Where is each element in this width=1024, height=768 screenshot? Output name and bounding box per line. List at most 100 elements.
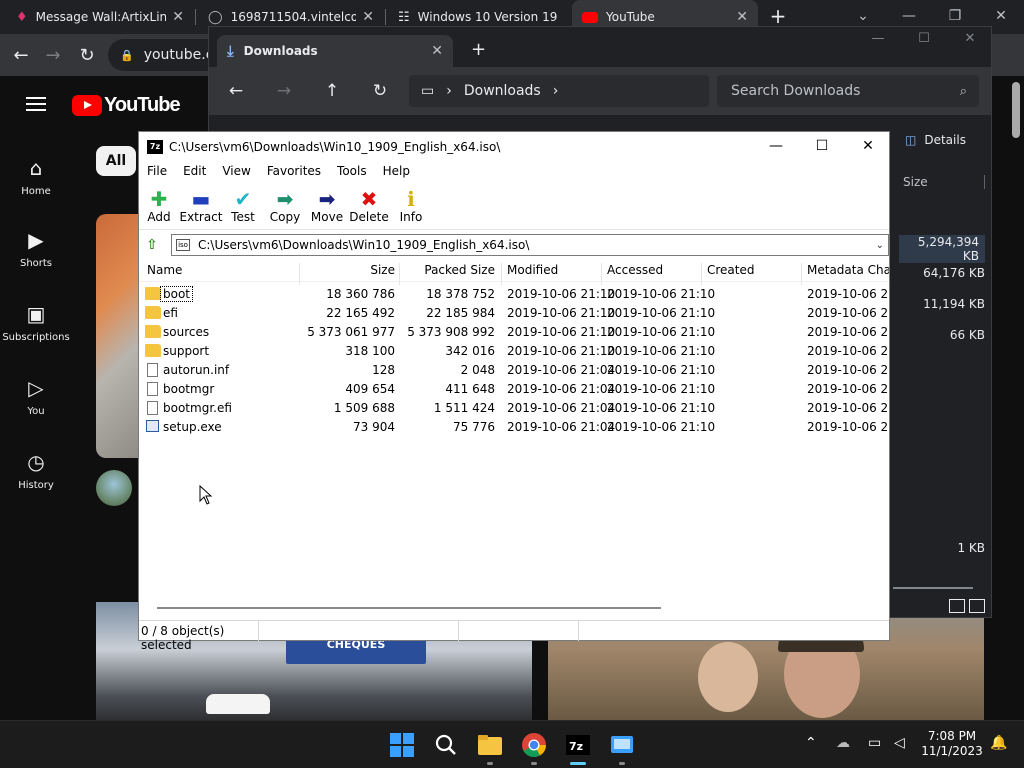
file-row[interactable]: support 318 100 342 016 2019-10-06 21:10 201… <box>139 342 889 361</box>
add-button[interactable]: ✚ Add <box>137 188 181 224</box>
file-packed-size: 22 185 984 <box>426 306 495 320</box>
size-column-header[interactable]: Size <box>903 175 985 189</box>
back-arrow-icon[interactable]: ← <box>8 43 34 69</box>
extract-button[interactable]: ▬ Extract <box>179 188 223 224</box>
file-list[interactable]: Name Size Packed Size Modified Accessed … <box>139 260 889 620</box>
details-view-button[interactable]: ◫ Details <box>905 133 966 147</box>
file-row[interactable]: setup.exe 73 904 75 776 2019-10-06 21:04 201… <box>139 418 889 437</box>
chrome-button[interactable] <box>520 731 548 765</box>
chip-all[interactable]: All <box>96 146 136 176</box>
menu-tools[interactable]: Tools <box>329 162 375 182</box>
control-panel-button[interactable] <box>608 731 636 765</box>
column-divider[interactable] <box>801 263 802 285</box>
path-input[interactable]: iso C:\Users\vm6\Downloads\Win10_1909_En… <box>171 234 889 256</box>
window-title: C:\Users\vm6\Downloads\Win10_1909_Englis… <box>169 140 501 154</box>
menu-help[interactable]: Help <box>375 162 418 182</box>
hamburger-menu-icon[interactable] <box>26 97 46 111</box>
file-size: 73 904 <box>353 420 395 434</box>
search-downloads-input[interactable]: Search Downloads ⌕ <box>717 75 979 107</box>
onedrive-icon[interactable]: ☁ <box>836 735 850 751</box>
minimize-icon[interactable]: — <box>855 31 901 46</box>
copy-button[interactable]: ➡ Copy <box>263 188 307 224</box>
close-icon[interactable]: ✕ <box>736 9 748 25</box>
search-button[interactable] <box>432 731 460 759</box>
channel-avatar[interactable] <box>96 470 132 506</box>
column-size[interactable]: Size <box>299 263 395 277</box>
back-arrow-icon[interactable]: ← <box>223 79 249 103</box>
downloads-tab[interactable]: ⤓ Downloads ✕ <box>217 35 453 67</box>
sidebar-item-shorts[interactable]: ▶ Shorts <box>0 228 72 269</box>
column-divider[interactable] <box>701 263 702 285</box>
maximize-icon[interactable]: ☐ <box>901 31 947 46</box>
file-row[interactable]: efi 22 165 492 22 185 984 2019-10-06 21:10 2… <box>139 304 889 323</box>
up-arrow-icon[interactable]: ↑ <box>319 79 345 103</box>
sidebar-item-home[interactable]: ⌂ Home <box>0 156 72 197</box>
network-icon[interactable]: ▭ <box>868 735 881 751</box>
taskbar-clock[interactable]: 7:08 PM 11/1/2023 <box>918 729 986 759</box>
close-icon[interactable]: ✕ <box>431 43 443 59</box>
delete-button[interactable]: ✖ Delete <box>347 188 391 224</box>
file-row[interactable]: bootmgr 409 654 411 648 2019-10-06 21:04 201… <box>139 380 889 399</box>
column-metadata[interactable]: Metadata Cha... <box>807 263 889 277</box>
column-divider[interactable] <box>601 263 602 285</box>
file-accessed: 2019-10-06 21:10 <box>607 401 716 415</box>
minimize-icon[interactable]: — <box>753 132 799 162</box>
file-modified: 2019-10-06 21:10 <box>507 344 616 358</box>
chevron-up-icon[interactable]: ⌃ <box>805 735 817 751</box>
page-scrollbar[interactable] <box>1012 82 1020 138</box>
info-button[interactable]: ℹ Info <box>389 188 433 224</box>
youtube-logo[interactable]: YouTube <box>72 94 181 117</box>
menu-edit[interactable]: Edit <box>175 162 214 182</box>
volume-muted-icon[interactable]: ◁ <box>894 735 905 751</box>
list-view-icon[interactable] <box>949 599 965 613</box>
column-modified[interactable]: Modified <box>507 263 558 277</box>
chevron-down-icon[interactable]: ⌄ <box>876 240 884 251</box>
menu-favorites[interactable]: Favorites <box>259 162 329 182</box>
new-tab-button[interactable]: + <box>471 39 486 60</box>
scrollbar-thumb[interactable] <box>157 607 661 609</box>
breadcrumb[interactable]: ▭ › Downloads › <box>409 75 709 107</box>
video-thumbnail[interactable] <box>96 214 138 458</box>
file-size: 128 <box>372 363 395 377</box>
file-row[interactable]: boot 18 360 786 18 378 752 2019-10-06 21:10… <box>139 285 889 304</box>
forward-arrow-icon[interactable]: → <box>271 79 297 103</box>
sidebar-item-history[interactable]: ◷ History <box>0 450 72 491</box>
file-packed-size: 2 048 <box>460 363 495 377</box>
column-accessed[interactable]: Accessed <box>607 263 663 277</box>
menu-file[interactable]: File <box>139 162 175 182</box>
file-explorer-button[interactable] <box>476 731 504 765</box>
column-created[interactable]: Created <box>707 263 755 277</box>
file-row[interactable]: sources 5 373 061 977 5 373 908 992 2019-10… <box>139 323 889 342</box>
move-button[interactable]: ➡ Move <box>305 188 349 224</box>
tiles-view-icon[interactable] <box>969 599 985 613</box>
refresh-icon[interactable]: ↻ <box>367 79 393 103</box>
horizontal-scrollbar[interactable] <box>139 602 889 614</box>
browser-tab-message-wall[interactable]: ♦ Message Wall:ArtixLinu ✕ <box>6 0 194 34</box>
breadcrumb-downloads[interactable]: Downloads <box>464 83 541 99</box>
close-window-icon[interactable]: ✕ <box>947 31 993 46</box>
column-name[interactable]: Name <box>147 263 182 277</box>
sevenzip-taskbar-button[interactable]: 7z <box>564 731 592 765</box>
file-row[interactable]: bootmgr.efi 1 509 688 1 511 424 2019-10-06 … <box>139 399 889 418</box>
delete-x-icon: ✖ <box>360 187 378 211</box>
maximize-icon[interactable]: ☐ <box>799 132 845 162</box>
file-row[interactable]: autorun.inf 128 2 048 2019-10-06 21:04 2019-… <box>139 361 889 380</box>
start-button[interactable] <box>388 731 416 759</box>
new-tab-button[interactable]: + <box>766 4 790 28</box>
column-divider[interactable] <box>501 263 502 285</box>
forward-arrow-icon[interactable]: → <box>40 43 66 69</box>
folder-icon <box>145 287 161 300</box>
horizontal-scrollbar[interactable] <box>893 587 973 589</box>
up-folder-icon[interactable]: ⇧ <box>143 236 161 254</box>
test-button[interactable]: ✔ Test <box>221 188 265 224</box>
close-window-icon[interactable]: ✕ <box>845 132 891 162</box>
sidebar-item-you[interactable]: ▷ You <box>0 376 72 417</box>
notifications-bell-icon[interactable]: 🔔 <box>990 735 1007 751</box>
close-icon[interactable]: ✕ <box>362 9 374 25</box>
home-icon: ⌂ <box>29 156 43 180</box>
close-icon[interactable]: ✕ <box>172 9 184 25</box>
reload-icon[interactable]: ↻ <box>74 43 100 69</box>
column-packed-size[interactable]: Packed Size <box>399 263 495 277</box>
sidebar-item-subscriptions[interactable]: ▣ Subscriptions <box>0 302 72 343</box>
menu-view[interactable]: View <box>214 162 258 182</box>
